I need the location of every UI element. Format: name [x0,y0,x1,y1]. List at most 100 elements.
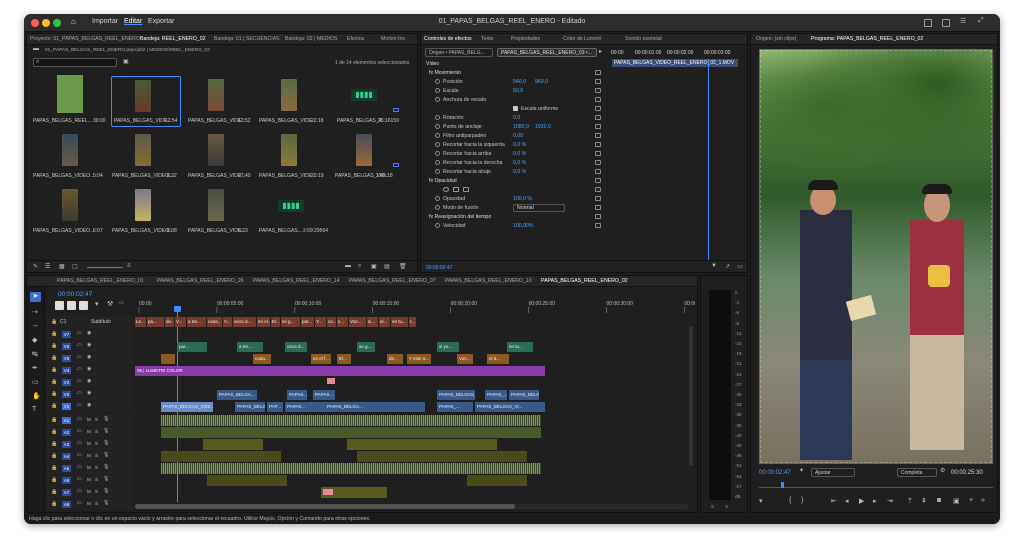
mark-in-icon[interactable]: { [789,497,791,504]
reset-icon[interactable] [595,160,601,165]
eye-icon[interactable]: ◉ [87,330,91,336]
tab-sequence[interactable]: PAPAS_BELGAS_REEL_ENERO_10 [445,278,532,284]
mic-icon[interactable]: 🎙 [103,464,109,470]
sync-lock-icon[interactable]: ▭ [77,452,82,458]
lock-icon[interactable]: 🔒 [51,379,57,385]
subtitle-clip[interactable]: en tu... [391,317,408,327]
media-thumbnail[interactable] [135,80,151,112]
rectangle-icon[interactable]: ▭ [32,378,39,386]
more-icon[interactable]: » [981,497,985,504]
subtitle-clip[interactable]: unos d... [233,317,256,327]
audio-clip[interactable] [161,451,281,462]
menu-exportar[interactable]: Exportar [148,18,174,25]
new-bin-icon[interactable]: ▣ [371,263,377,270]
horizontal-scrollbar[interactable] [135,504,689,509]
subtitle-clip[interactable]: si... [367,317,378,327]
zoom-window-button[interactable] [53,19,61,27]
stopwatch-icon[interactable] [435,151,440,156]
caption-clip[interactable]: Y este a... [407,354,431,364]
nest-icon[interactable] [55,301,64,310]
subtitle-clip[interactable]: a tre... [187,317,206,327]
track-target[interactable]: V3 [62,379,71,386]
media-thumbnail[interactable] [281,134,297,166]
lock-icon[interactable]: 🔒 [51,367,57,373]
quality-dropdown[interactable]: Completa [897,468,937,477]
menu-importar[interactable]: Importar [92,18,118,25]
media-thumbnail[interactable] [281,79,297,111]
subtitle-clip[interactable]: V... [175,317,186,327]
reset-icon[interactable] [595,106,601,111]
track-target[interactable]: A1 [62,417,71,424]
subtitle-clip[interactable]: par... [301,317,314,327]
stopwatch-icon[interactable] [435,142,440,147]
subtitle-clip[interactable]: t... [409,317,416,327]
eye-icon[interactable]: ◉ [87,390,91,396]
program-timecode[interactable]: 00:00:02:47 [759,470,791,476]
close-window-button[interactable] [31,19,39,27]
sync-lock-icon[interactable]: ▭ [77,476,82,482]
subtitle-clip[interactable]: V... [223,317,232,327]
audio-clip[interactable] [207,475,287,486]
solo-button[interactable]: S [95,477,98,482]
subtitle-clip[interactable]: El... [271,317,280,327]
mute-button[interactable]: M [87,453,91,458]
caption-clip[interactable]: cada... [253,354,271,364]
tab-sequence-active[interactable]: PAPAS_BELGAS_REEL_ENERO_02 [541,278,628,284]
effect-property-value[interactable]: 0,00 [513,133,523,139]
lock-icon[interactable]: 🔒 [51,489,57,495]
tab-controles-efectos[interactable]: Controles de efectos [424,36,472,42]
lock-icon[interactable]: 🔒 [51,417,57,423]
video-clip[interactable]: PAPAS_... [437,402,473,412]
stopwatch-icon[interactable] [435,160,440,165]
share-icon[interactable] [942,19,950,27]
video-clip[interactable]: PAPAS... [285,402,325,412]
camera-icon[interactable]: ◙ [937,497,941,504]
effect-row[interactable]: Modo de fusión Normal [421,204,606,213]
sequence-clip-dropdown[interactable]: PAPAS_BELGAS_REEL_ENERO_03 •... [497,48,597,57]
tab-bandeja-reel[interactable]: Bandeja: REEL_ENERO_02 [140,36,205,42]
video-clip[interactable]: PAPAS_BELGAS_VI... [437,390,475,400]
stopwatch-icon[interactable] [435,169,440,174]
mic-icon[interactable]: 🎙 [103,488,109,494]
stopwatch-icon[interactable] [435,79,440,84]
solo-button[interactable]: S [95,489,98,494]
zoom-slider[interactable] [87,267,123,268]
sync-lock-icon[interactable]: ▭ [77,330,82,336]
effect-property-value[interactable]: 0,0 % [513,169,526,175]
subtitle-clip[interactable]: pa... [147,317,164,327]
sync-lock-icon[interactable]: ▭ [77,416,82,422]
caption-clip[interactable]: par... [177,342,207,352]
solo-button[interactable]: S [95,441,98,446]
stopwatch-icon[interactable] [435,124,440,129]
track-target[interactable]: A8 [62,501,71,508]
mute-button[interactable]: M [87,501,91,506]
subtitle-clip[interactable]: Vos... [349,317,366,327]
sync-lock-icon[interactable]: ▭ [77,464,82,470]
sync-lock-icon[interactable]: ▭ [77,390,82,396]
effect-property-value-2[interactable]: 960,0 [535,79,548,85]
ec-current-time[interactable]: 00:00:02:47 [426,265,452,271]
video-clip[interactable]: PAPAS_... [485,390,507,400]
video-clip[interactable]: PAPAS... [313,390,335,400]
sync-lock-icon[interactable]: ▭ [77,500,82,506]
track-target[interactable]: A6 [62,477,71,484]
video-clip[interactable]: PAPAS_BELGA... [217,390,257,400]
caption-clip[interactable]: El... [337,354,351,364]
menu-editar[interactable]: Editar [124,18,142,25]
audio-marker[interactable] [323,489,333,495]
mute-button[interactable]: M [87,441,91,446]
tab-motion[interactable]: Motion Ins [381,36,405,42]
audio-waveform-icon[interactable]: ▮▮▮▮ [278,200,304,212]
reset-icon[interactable] [595,133,601,138]
effect-property-value[interactable]: 0,0 % [513,160,526,166]
mute-button[interactable]: M [87,465,91,470]
mute-button[interactable]: M [87,429,91,434]
caption-clip[interactable]: si yo... [437,342,459,352]
lock-icon[interactable]: 🔒 [51,465,57,471]
new-item-icon[interactable]: ▤ [384,263,390,270]
freeform-view-icon[interactable]: ▢ [72,263,78,270]
reset-icon[interactable] [595,223,601,228]
program-scrubber[interactable] [759,482,993,488]
fullscreen-icon[interactable]: ⤢ [978,17,984,25]
lock-icon[interactable]: 🔒 [51,501,57,507]
